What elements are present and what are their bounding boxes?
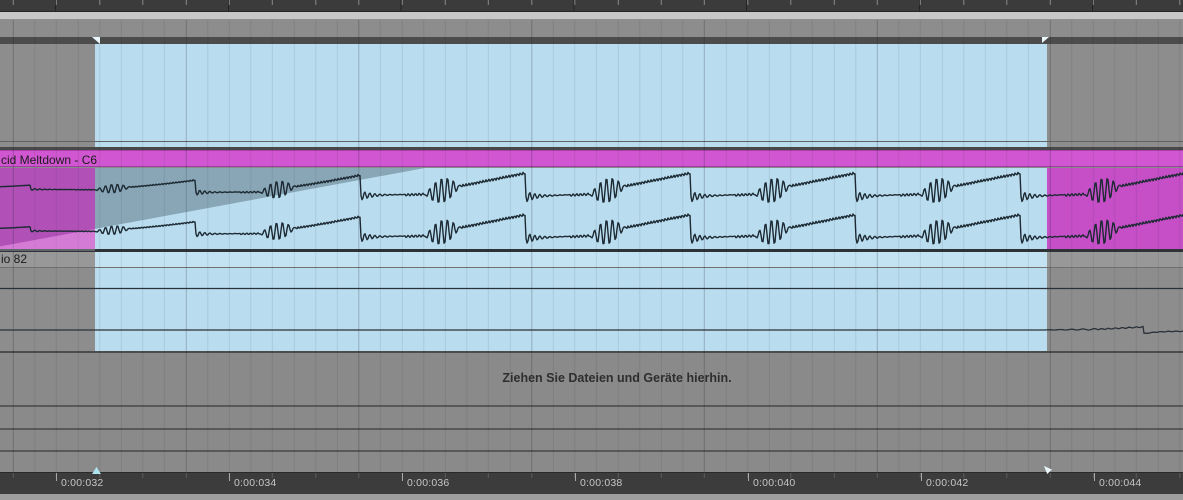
upper-track-lane[interactable] (0, 20, 1183, 37)
empty-track-lane[interactable] (0, 44, 1183, 141)
ruler-time-label: 0:00:032 (61, 477, 104, 489)
ruler-tick (921, 473, 922, 481)
empty-band[interactable] (0, 407, 1183, 428)
ruler-time-label: 0:00:040 (753, 477, 796, 489)
ruler-tick (229, 473, 230, 481)
clip-title-label: cid Meltdown - C6 (1, 153, 98, 167)
track2-lane[interactable] (0, 268, 1183, 351)
bottom-strip (0, 494, 1183, 500)
track2-title-label: io 82 (1, 252, 28, 266)
ruler-tick (748, 473, 749, 481)
track-divider (0, 37, 1183, 44)
ruler-time-label: 0:00:034 (234, 477, 277, 489)
audio-clip-waveform-lane[interactable] (0, 168, 1183, 249)
ruler-time-label: 0:00:036 (407, 477, 450, 489)
ruler-tick (402, 473, 403, 481)
ruler-time-label: 0:00:044 (1099, 477, 1142, 489)
ruler-tick (56, 473, 57, 481)
ruler-tick (1094, 473, 1095, 481)
clip-title-bar[interactable]: cid Meltdown - C6 (0, 150, 1183, 167)
empty-band[interactable] (0, 452, 1183, 472)
track2-clip-title-bar[interactable]: io 82 (0, 252, 1183, 267)
ruler-time-label: 0:00:038 (580, 477, 623, 489)
ruler-tick (575, 473, 576, 481)
arrangement-view: cid Meltdown - C6 io 82 Ziehen Sie Datei… (0, 0, 1183, 500)
ruler[interactable]: 0:00:032 0:00:034 0:00:036 0:00:038 0:00:040… (0, 472, 1183, 494)
ruler-time-label: 0:00:042 (926, 477, 969, 489)
empty-band[interactable] (0, 430, 1183, 450)
overview-strip[interactable] (0, 0, 1183, 12)
horizontal-scrollbar[interactable] (0, 12, 1183, 20)
drop-hint-text: Ziehen Sie Dateien und Geräte hierhin. (502, 371, 732, 385)
